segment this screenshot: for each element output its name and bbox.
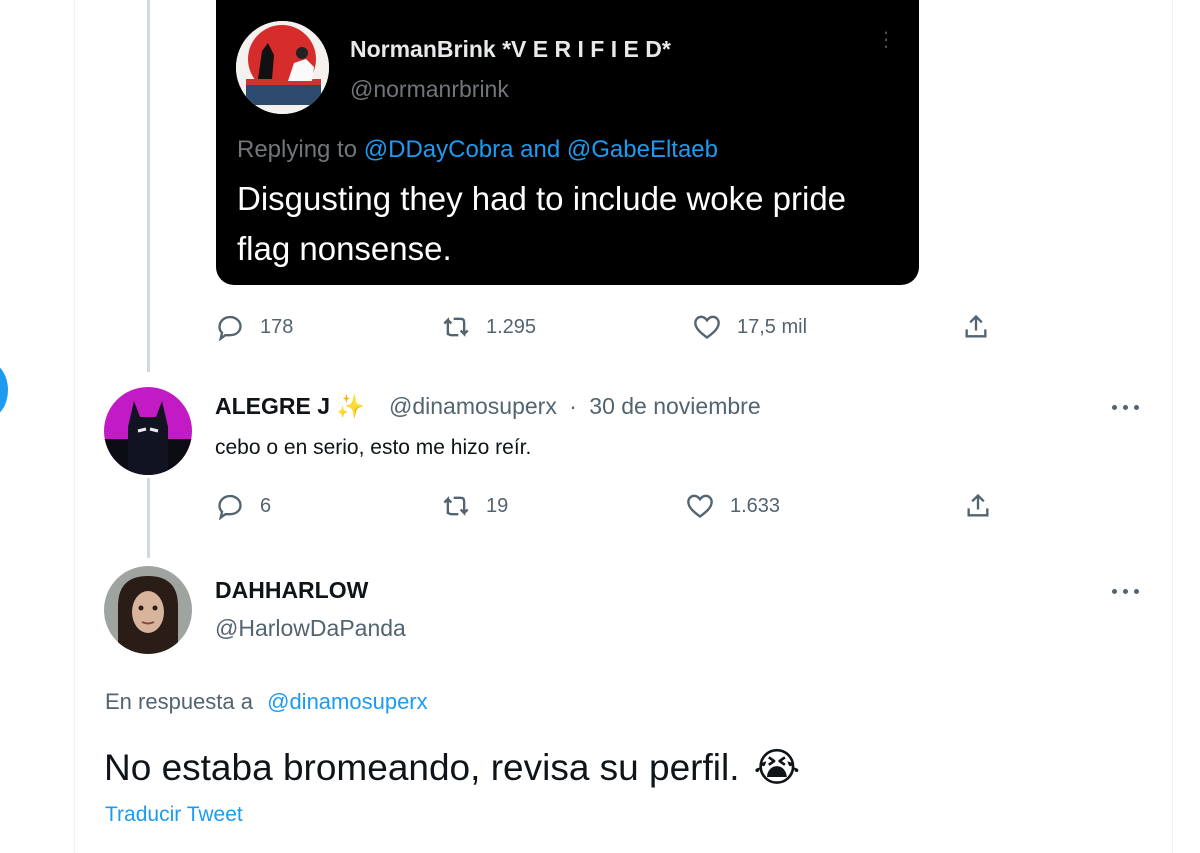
separator: · xyxy=(569,393,577,419)
replying-to: Replying to @DDayCobra and @GabeEltaeb xyxy=(237,136,718,164)
retweet-count: 1.295 xyxy=(486,315,537,338)
avatar-image xyxy=(104,387,192,475)
like-count: 17,5 mil xyxy=(737,315,808,338)
author-name[interactable]: NormanBrink *V E R I F I E D* xyxy=(350,36,671,63)
share-button[interactable] xyxy=(962,313,990,341)
reply-icon xyxy=(218,315,242,341)
tweet-text-body: No estaba bromeando, revisa su perfil. xyxy=(104,747,740,788)
like-button[interactable]: 17,5 mil xyxy=(693,313,807,341)
author-handle[interactable]: @normanrbrink xyxy=(350,76,509,103)
share-button[interactable] xyxy=(964,492,992,520)
thread-line xyxy=(147,478,150,558)
timeline-right-border xyxy=(1172,0,1173,853)
author-name[interactable]: DAHHARLOW xyxy=(215,577,368,604)
reply-button[interactable]: 6 xyxy=(216,492,271,520)
like-icon xyxy=(694,315,720,339)
tweet-actions: 6 19 1.633 xyxy=(216,492,996,522)
retweet-icon xyxy=(443,496,469,516)
retweet-icon xyxy=(443,317,469,337)
timeline-left-border xyxy=(74,0,75,853)
replying-mentions[interactable]: @DDayCobra and @GabeEltaeb xyxy=(364,136,718,163)
author-name[interactable]: ALEGRE J ✨ xyxy=(215,393,365,420)
avatar[interactable] xyxy=(236,21,329,114)
embedded-tweet-image[interactable]: NormanBrink *V E R I F I E D* @normanrbr… xyxy=(216,0,919,285)
avatar[interactable] xyxy=(104,566,192,654)
replying-prefix: Replying to xyxy=(237,136,358,163)
more-icon[interactable] xyxy=(1112,402,1142,412)
like-icon xyxy=(687,494,713,518)
avatar-image xyxy=(236,21,329,114)
replying-prefix: En respuesta a xyxy=(105,689,253,714)
replying-to: En respuesta a @dinamosuperx xyxy=(105,689,428,715)
thread-line xyxy=(147,0,150,372)
sparkle-emoji: ✨ xyxy=(336,393,366,419)
sidebar-tweet-button[interactable] xyxy=(0,362,8,418)
replying-mention[interactable]: @dinamosuperx xyxy=(267,689,428,714)
retweet-button[interactable]: 1.295 xyxy=(442,313,536,341)
reply-button[interactable]: 178 xyxy=(216,313,293,341)
tweet-meta: @dinamosuperx · 30 de noviembre xyxy=(389,393,761,420)
avatar-image xyxy=(104,566,192,654)
tweet-date[interactable]: 30 de noviembre xyxy=(589,393,760,419)
author-name-text: ALEGRE J xyxy=(215,393,331,419)
tweet-text: cebo o en serio, esto me hizo reír. xyxy=(215,436,532,459)
like-count: 1.633 xyxy=(730,494,781,517)
translate-tweet-link[interactable]: Traducir Tweet xyxy=(105,803,243,827)
author-handle[interactable]: @dinamosuperx xyxy=(389,393,557,419)
share-icon xyxy=(967,493,989,517)
tweet-text: No estaba bromeando, revisa su perfil. 😭 xyxy=(104,745,800,791)
like-button[interactable]: 1.633 xyxy=(686,492,780,520)
share-icon xyxy=(965,314,987,338)
retweet-count: 19 xyxy=(486,494,509,517)
tweet-actions: 178 1.295 17,5 mil xyxy=(216,313,996,343)
more-icon[interactable] xyxy=(1112,586,1142,596)
avatar[interactable] xyxy=(104,387,192,475)
reply-count: 178 xyxy=(260,315,294,338)
crying-emoji: 😭 xyxy=(753,746,801,790)
tweet-text: Disgusting they had to include woke prid… xyxy=(237,180,847,267)
author-handle[interactable]: @HarlowDaPanda xyxy=(215,615,406,642)
reply-icon xyxy=(218,494,242,520)
more-icon[interactable]: ⋮ xyxy=(876,30,896,50)
reply-count: 6 xyxy=(260,494,272,517)
retweet-button[interactable]: 19 xyxy=(442,492,508,520)
